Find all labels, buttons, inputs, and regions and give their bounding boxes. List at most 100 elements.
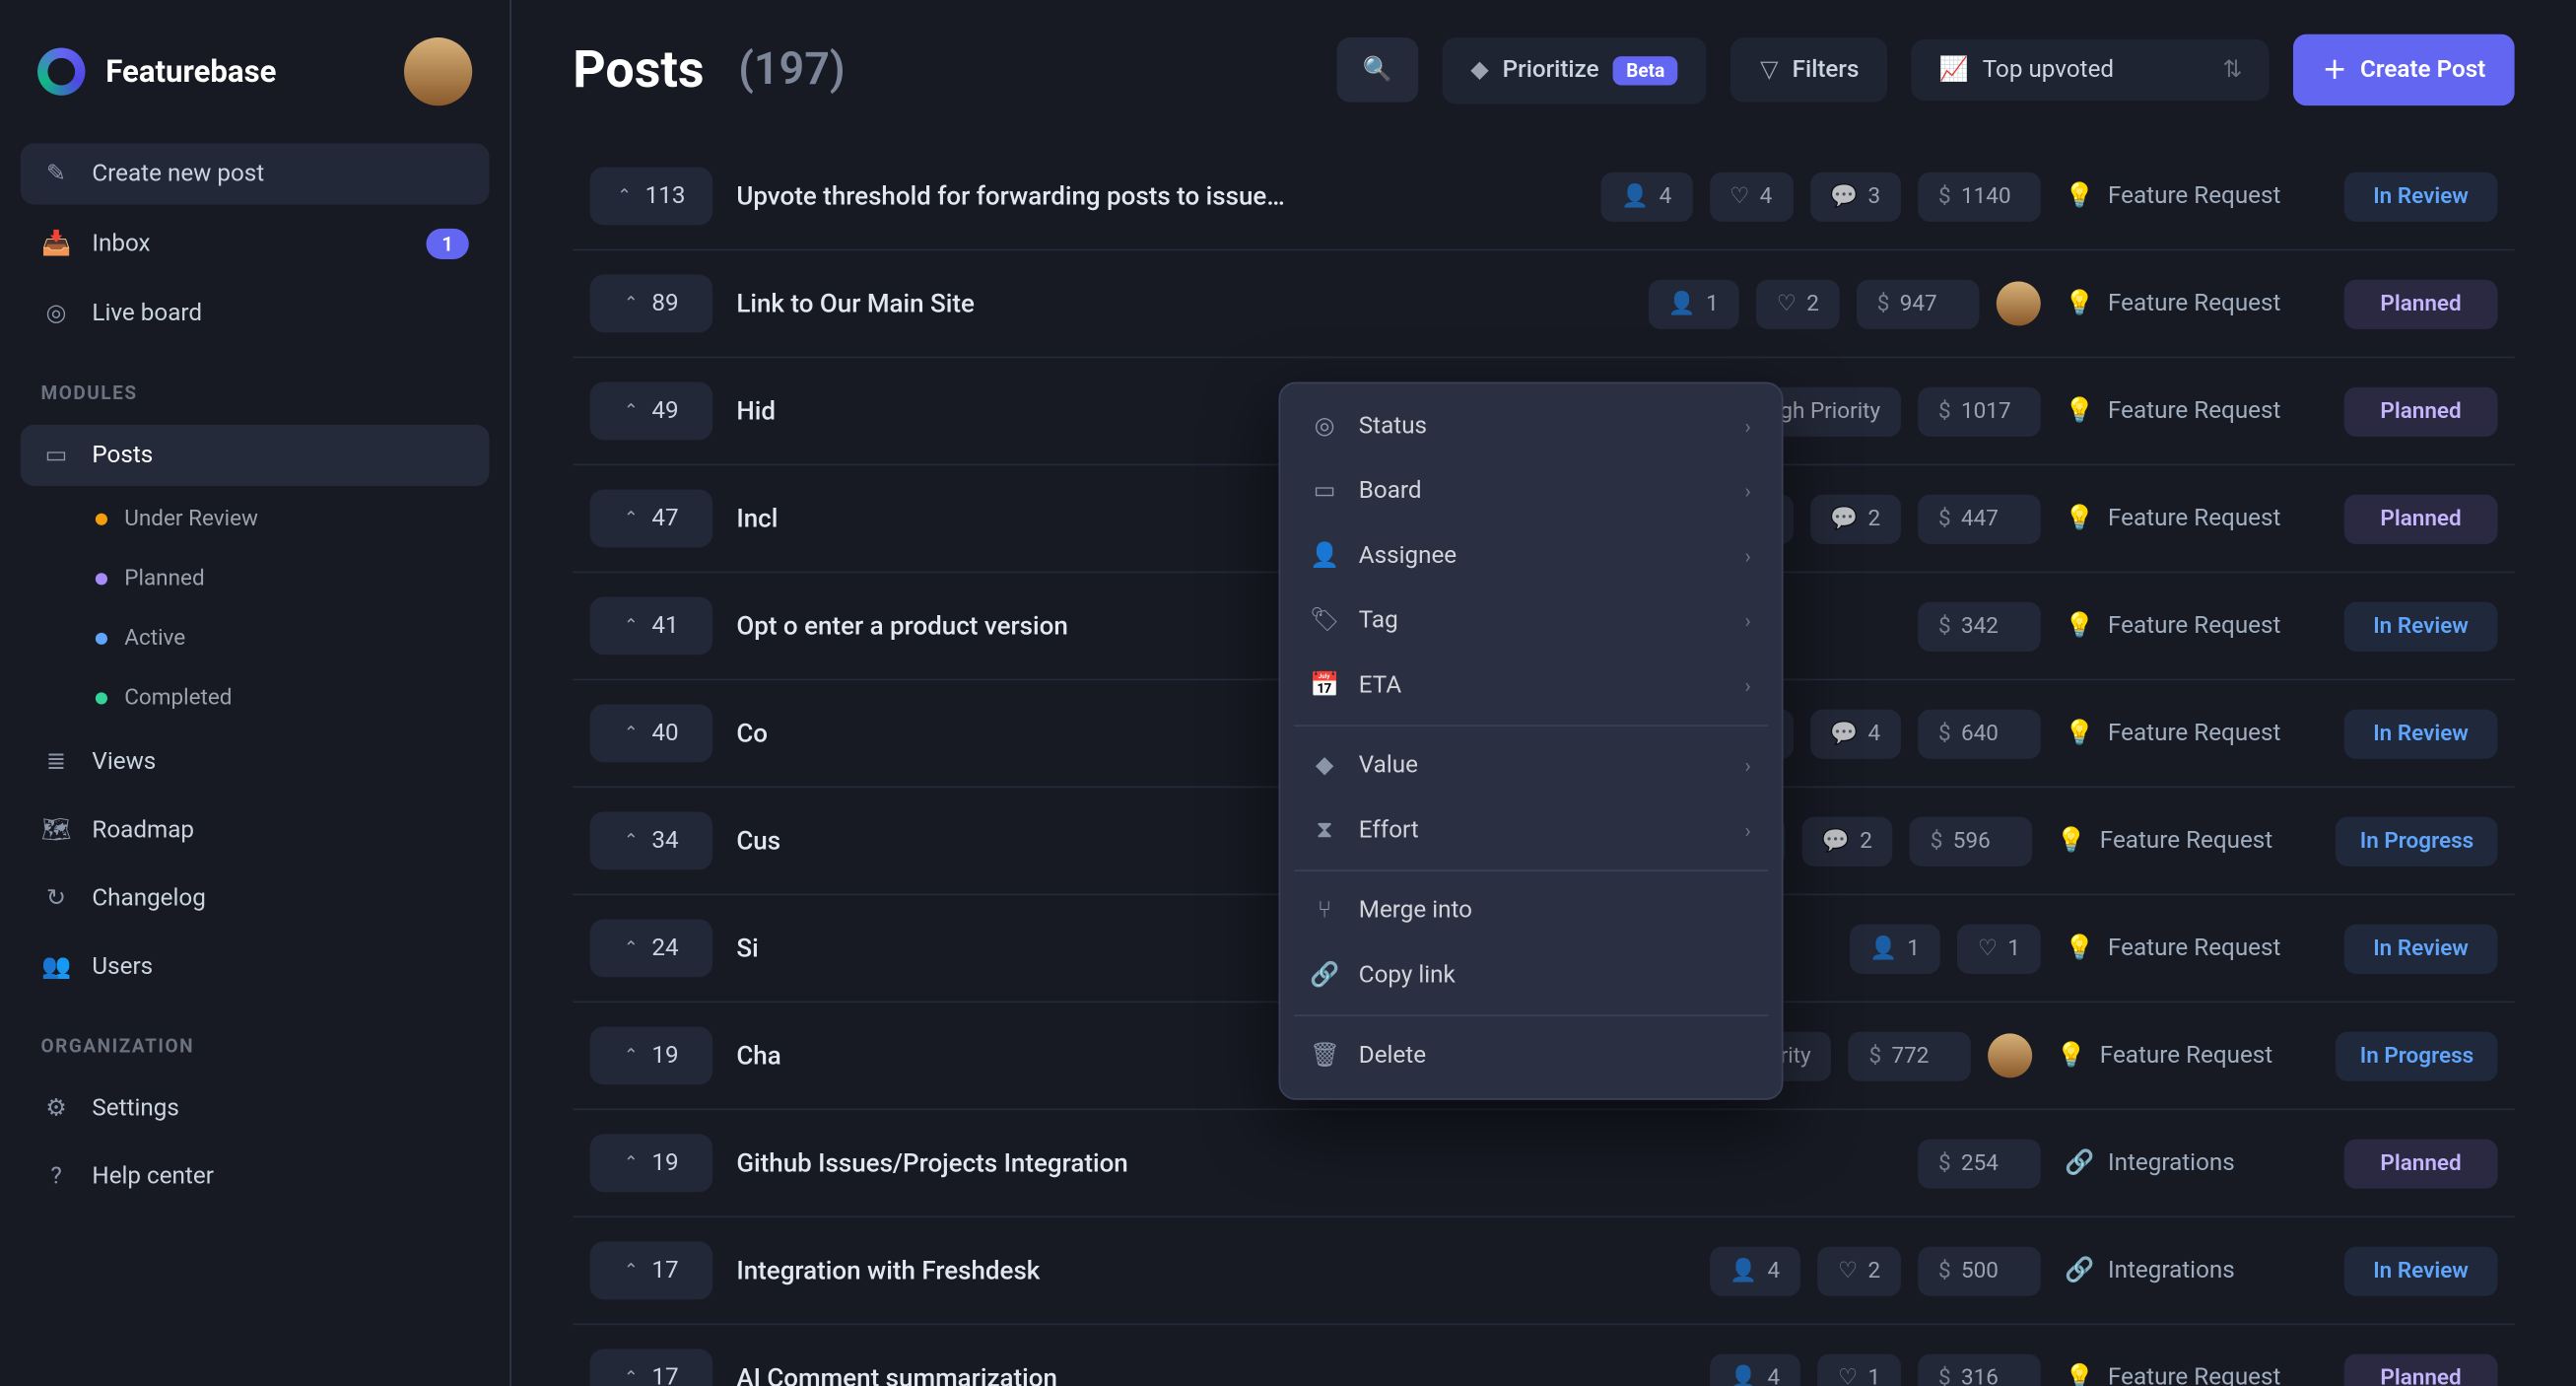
post-title[interactable]: Link to Our Main Site (736, 288, 1624, 318)
vote-button[interactable]: ⌃34 (590, 811, 713, 869)
user-avatar[interactable] (404, 37, 472, 105)
category-label[interactable]: 💡Feature Request (2065, 505, 2320, 532)
post-title[interactable]: Co (736, 718, 1369, 748)
category-label[interactable]: 💡Feature Request (2065, 720, 2320, 747)
category-label[interactable]: 💡Feature Request (2057, 1042, 2312, 1070)
post-title[interactable]: Github Issues/Projects Integration (736, 1147, 1894, 1178)
hearts-chip[interactable]: ♡2 (1817, 1246, 1901, 1295)
category-label[interactable]: 💡Feature Request (2065, 935, 2320, 962)
value-chip[interactable]: $316 (1918, 1353, 2041, 1386)
category-label[interactable]: 🔗Integrations (2065, 1257, 2320, 1284)
status-filter-planned[interactable]: Planned (21, 553, 490, 606)
vote-button[interactable]: ⌃19 (590, 1134, 713, 1192)
sidebar-item-posts[interactable]: ▭ Posts (21, 425, 490, 486)
status-badge[interactable]: In Review (2344, 924, 2498, 973)
hearts-chip[interactable]: ♡1 (1957, 924, 2041, 973)
sidebar-item-users[interactable]: 👥Users (21, 936, 490, 998)
people-chip[interactable]: 👤4 (1709, 1246, 1800, 1295)
status-badge[interactable]: Planned (2344, 1353, 2498, 1386)
status-badge[interactable]: Planned (2344, 386, 2498, 436)
status-badge[interactable]: In Review (2344, 172, 2498, 221)
comments-chip[interactable]: 💬4 (1809, 709, 1901, 758)
sidebar-item-live-board[interactable]: ◎ Live board (21, 283, 490, 344)
context-menu-board[interactable]: ▭Board› (1291, 458, 1772, 523)
vote-button[interactable]: ⌃17 (590, 1241, 713, 1299)
status-filter-active[interactable]: Active (21, 612, 490, 665)
post-title[interactable]: Integration with Freshdesk (736, 1255, 1685, 1285)
post-title[interactable]: AI Comment summarization (736, 1362, 1685, 1386)
prioritize-button[interactable]: ◆ Prioritize Beta (1442, 36, 1708, 103)
status-badge[interactable]: In Progress (2337, 816, 2498, 866)
context-menu-copy-link[interactable]: 🔗Copy link (1291, 943, 1772, 1008)
status-badge[interactable]: Planned (2344, 1139, 2498, 1188)
post-row[interactable]: ⌃19 Github Issues/Projects Integration $25… (573, 1110, 2514, 1217)
create-new-post-button[interactable]: ✎ Create new post (21, 143, 490, 204)
context-menu-effort[interactable]: ⧗Effort› (1291, 798, 1772, 864)
comments-chip[interactable]: 💬2 (1809, 494, 1901, 543)
vote-button[interactable]: ⌃40 (590, 704, 713, 762)
post-title[interactable]: Cha (736, 1040, 1362, 1071)
value-chip[interactable]: $772 (1849, 1031, 1972, 1080)
comments-chip[interactable]: 💬2 (1801, 816, 1893, 866)
vote-button[interactable]: ⌃41 (590, 596, 713, 655)
post-title[interactable]: Upvote threshold for forwarding posts to… (736, 180, 1577, 211)
status-filter-under-review[interactable]: Under Review (21, 493, 490, 546)
comments-chip[interactable]: 💬3 (1809, 172, 1901, 221)
status-filter-completed[interactable]: Completed (21, 672, 490, 726)
assignee-avatar[interactable] (1989, 1033, 2033, 1077)
vote-button[interactable]: ⌃49 (590, 382, 713, 441)
search-button[interactable]: 🔍 (1336, 37, 1417, 103)
value-chip[interactable]: $1140 (1918, 172, 2041, 221)
context-menu-assignee[interactable]: 👤Assignee› (1291, 523, 1772, 589)
sidebar-item-roadmap[interactable]: 🗺Roadmap (21, 799, 490, 861)
vote-button[interactable]: ⌃89 (590, 275, 713, 333)
category-label[interactable]: 💡Feature Request (2065, 397, 2320, 425)
context-menu-delete[interactable]: 🗑Delete (1291, 1023, 1772, 1088)
hearts-chip[interactable]: ♡4 (1709, 172, 1793, 221)
status-badge[interactable]: In Review (2344, 1246, 2498, 1295)
people-chip[interactable]: 👤4 (1709, 1353, 1800, 1386)
status-badge[interactable]: Planned (2344, 494, 2498, 543)
people-chip[interactable]: 👤4 (1601, 172, 1693, 221)
category-label[interactable]: 🔗Integrations (2065, 1149, 2320, 1177)
people-chip[interactable]: 👤1 (1648, 279, 1739, 328)
sidebar-item-help[interactable]: ?Help center (21, 1146, 490, 1208)
context-menu-status[interactable]: ◎Status› (1291, 394, 1772, 459)
vote-button[interactable]: ⌃17 (590, 1349, 713, 1386)
category-label[interactable]: 💡Feature Request (2065, 182, 2320, 210)
post-row[interactable]: ⌃113 Upvote threshold for forwarding post… (573, 143, 2514, 250)
context-menu-tag[interactable]: 🏷Tag› (1291, 589, 1772, 654)
value-chip[interactable]: $640 (1918, 709, 2041, 758)
status-badge[interactable]: In Progress (2337, 1031, 2498, 1080)
sidebar-item-settings[interactable]: ⚙Settings (21, 1077, 490, 1139)
vote-button[interactable]: ⌃47 (590, 490, 713, 548)
category-label[interactable]: 💡Feature Request (2057, 827, 2312, 855)
value-chip[interactable]: $254 (1918, 1139, 2041, 1188)
context-menu-value[interactable]: ◆Value› (1291, 733, 1772, 798)
value-chip[interactable]: $1017 (1918, 386, 2041, 436)
category-label[interactable]: 💡Feature Request (2065, 290, 2320, 317)
value-chip[interactable]: $500 (1918, 1246, 2041, 1295)
value-chip[interactable]: $447 (1918, 494, 2041, 543)
value-chip[interactable]: $947 (1857, 279, 1980, 328)
post-row[interactable]: ⌃17 AI Comment summarization 👤4 ♡1 $316 💡Feat… (573, 1325, 2514, 1386)
assignee-avatar[interactable] (1997, 281, 2041, 325)
value-chip[interactable]: $596 (1910, 816, 2033, 866)
hearts-chip[interactable]: ♡2 (1756, 279, 1840, 328)
post-row[interactable]: ⌃89 Link to Our Main Site 👤1 ♡2 $947 💡Feature… (573, 250, 2514, 358)
category-label[interactable]: 💡Feature Request (2065, 1364, 2320, 1386)
category-label[interactable]: 💡Feature Request (2065, 612, 2320, 640)
status-badge[interactable]: In Review (2344, 709, 2498, 758)
status-badge[interactable]: In Review (2344, 601, 2498, 651)
context-menu-merge[interactable]: ⑂Merge into (1291, 878, 1772, 943)
people-chip[interactable]: 👤1 (1849, 924, 1940, 973)
status-badge[interactable]: Planned (2344, 279, 2498, 328)
vote-button[interactable]: ⌃19 (590, 1026, 713, 1084)
vote-button[interactable]: ⌃113 (590, 168, 713, 226)
filters-button[interactable]: ▽ Filters (1731, 37, 1888, 103)
sidebar-item-views[interactable]: ≣Views (21, 731, 490, 793)
sort-dropdown[interactable]: 📈 Top upvoted ⇅ (1912, 39, 2270, 101)
hearts-chip[interactable]: ♡1 (1817, 1353, 1901, 1386)
context-menu-eta[interactable]: 📅ETA› (1291, 654, 1772, 719)
sidebar-item-changelog[interactable]: ↻Changelog (21, 868, 490, 930)
